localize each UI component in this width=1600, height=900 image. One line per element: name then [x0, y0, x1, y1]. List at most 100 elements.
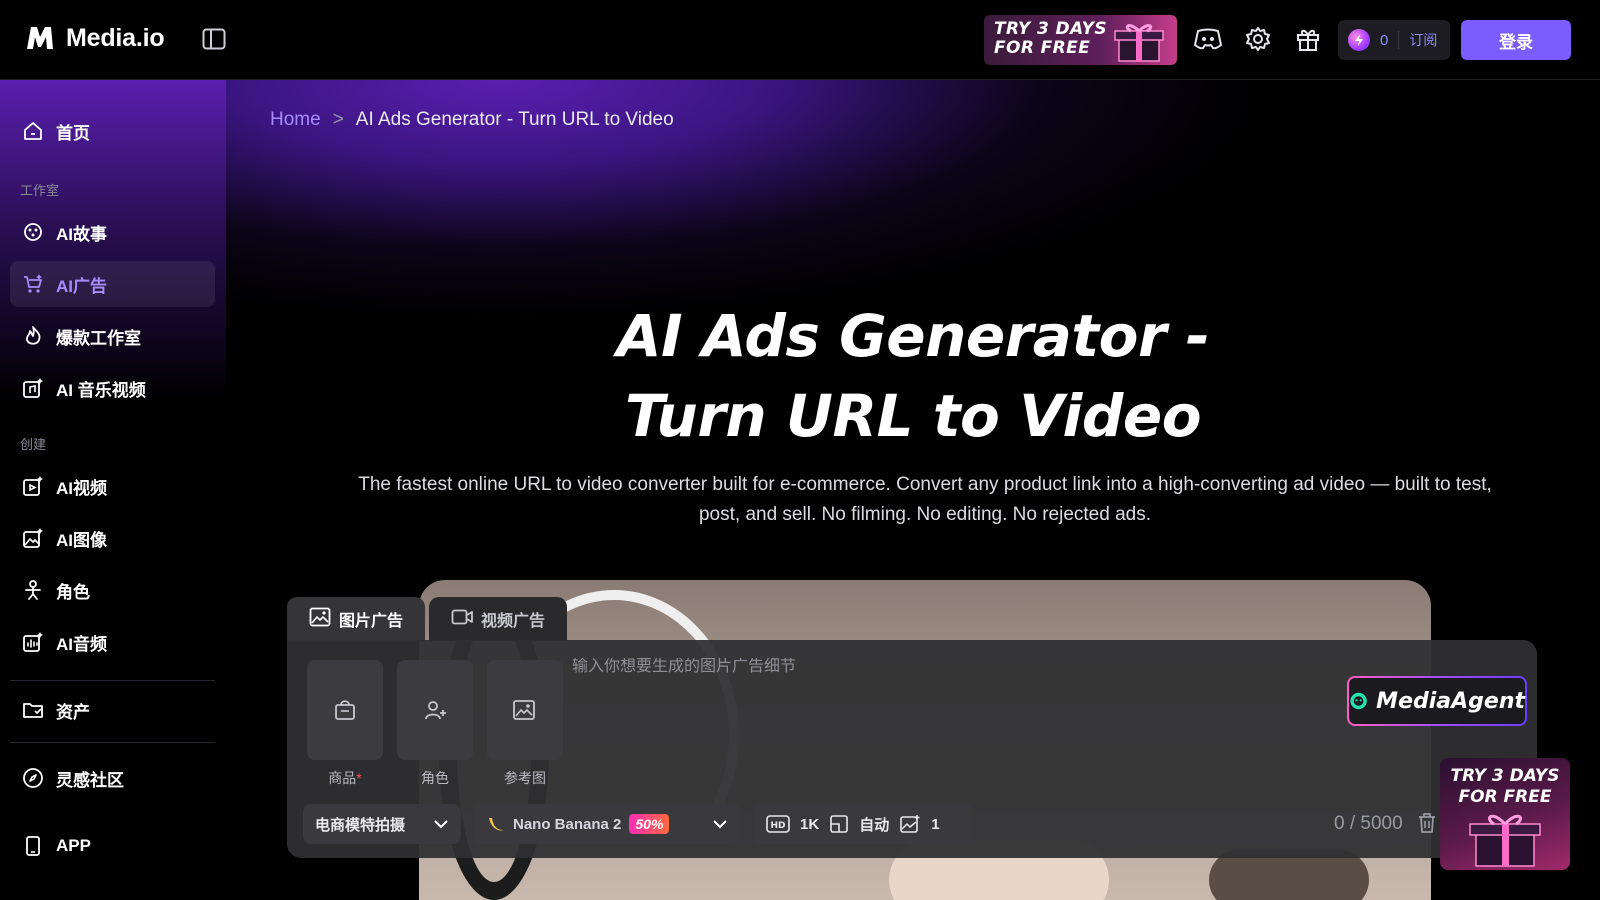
character-upload-slot[interactable]: [397, 660, 473, 760]
sidebar-item-label: 灵感社区: [56, 770, 124, 790]
sidebar-item-label: 资产: [56, 702, 90, 722]
sidebar-item-ai-audio[interactable]: AI音频: [10, 619, 215, 665]
character-counter: 0 / 5000: [1334, 813, 1403, 834]
compass-icon: [22, 767, 44, 789]
aspect-value: 自动: [859, 816, 890, 834]
viral-icon: [22, 325, 44, 347]
aspect-ratio-icon: [830, 815, 848, 833]
trash-icon[interactable]: [1417, 812, 1437, 839]
gift-box-icon: [1469, 814, 1541, 867]
image-icon: [22, 527, 44, 549]
image-count-icon: [900, 815, 920, 833]
gift-box-icon: [1114, 24, 1164, 62]
sidebar-item-ai-video[interactable]: AI视频: [10, 463, 215, 509]
sidebar-item-app[interactable]: APP: [10, 823, 215, 869]
video-icon: [22, 475, 44, 497]
breadcrumb-separator: >: [332, 109, 344, 130]
product-slot-label: 商品*: [328, 770, 362, 786]
credits-widget[interactable]: 0 订阅: [1338, 20, 1450, 60]
promo-text: TRY 3 DAYS FOR FREE: [994, 19, 1107, 58]
credit-orb-icon: [1348, 29, 1370, 51]
model-select-value: Nano Banana 2: [513, 815, 622, 833]
sidebar-item-label: 角色: [56, 582, 90, 602]
sidebar-item-ai-ads[interactable]: AI广告: [10, 261, 215, 307]
sidebar-item-character[interactable]: 角色: [10, 567, 215, 613]
discord-icon[interactable]: [1193, 24, 1223, 54]
image-count-value: 1: [931, 815, 940, 833]
model-select-value-group: Nano Banana 2 50%: [485, 814, 670, 834]
tab-image-ad[interactable]: 图片广告: [287, 597, 426, 641]
reference-image-icon: [513, 700, 535, 720]
tab-label: 图片广告: [339, 613, 404, 630]
ad-prompt-input[interactable]: [572, 658, 1292, 676]
phone-icon: [22, 835, 44, 857]
media-agent-icon: [1350, 692, 1367, 710]
top-bar: Media.io TRY 3 DAYS FOR FREE 0 订阅 登录: [0, 0, 1600, 80]
sidebar-item-ai-music-video[interactable]: AI 音乐视频: [10, 365, 215, 411]
sidebar-item-label: AI 音乐视频: [56, 380, 146, 400]
page-title-line-1: AI Ads Generator -: [616, 302, 1210, 370]
sidebar-item-label: AI图像: [56, 530, 107, 550]
sidebar-item-label: AI广告: [56, 276, 107, 296]
tab-video-ad[interactable]: 视频广告: [429, 597, 568, 641]
breadcrumb: Home > AI Ads Generator - Turn URL to Vi…: [270, 109, 674, 131]
free-trial-floating-promo[interactable]: TRY 3 DAYS FOR FREE: [1440, 758, 1570, 870]
discount-badge: 50%: [629, 814, 670, 834]
svg-text:HD: HD: [770, 821, 785, 831]
video-camera-icon: [451, 608, 473, 631]
model-select[interactable]: Nano Banana 2 50%: [473, 804, 740, 844]
story-icon: [22, 221, 44, 243]
media-io-logo-icon: [24, 22, 56, 54]
media-agent-button[interactable]: MediaAgent: [1347, 676, 1527, 726]
sidebar-item-community[interactable]: 灵感社区: [10, 755, 215, 801]
sidebar-item-label: 首页: [56, 123, 90, 143]
sidebar-divider: [10, 742, 215, 743]
credits-divider: [1398, 31, 1400, 49]
page-description: The fastest online URL to video converte…: [358, 474, 1492, 525]
sidebar-item-ai-story[interactable]: AI故事: [10, 209, 215, 255]
user-add-icon: [425, 701, 446, 720]
sidebar: 首页 工作室 AI故事 AI广告 爆款工作室 AI 音乐视频 创建 AI视频 A…: [0, 80, 226, 900]
sidebar-toggle-icon[interactable]: [202, 28, 226, 50]
mode-select[interactable]: 电商模特拍摄: [303, 804, 461, 844]
home-icon: [22, 120, 44, 142]
resolution-value: 1K: [800, 815, 820, 833]
mode-select-value: 电商模特拍摄: [315, 816, 406, 834]
sidebar-section-studio: 工作室: [20, 183, 60, 198]
sidebar-item-label: APP: [56, 836, 91, 855]
tab-label: 视频广告: [481, 613, 546, 630]
promo-text: TRY 3 DAYS FOR FREE: [1450, 766, 1560, 807]
sidebar-item-label: 爆款工作室: [56, 328, 141, 348]
sidebar-item-label: AI音频: [56, 634, 107, 654]
page-title-line-2: Turn URL to Video: [624, 382, 1202, 450]
hd-icon: HD: [766, 815, 790, 833]
app-logo[interactable]: Media.io: [24, 22, 165, 54]
sidebar-item-home[interactable]: 首页: [10, 108, 215, 154]
free-trial-promo-banner[interactable]: TRY 3 DAYS FOR FREE: [984, 15, 1177, 65]
music-video-icon: [22, 377, 44, 399]
media-agent-label: MediaAgent: [1376, 688, 1525, 714]
sidebar-section-create: 创建: [20, 437, 47, 452]
character-icon: [22, 579, 44, 601]
chevron-down-icon: [713, 820, 727, 829]
sidebar-item-label: AI故事: [56, 224, 107, 244]
product-upload-slot[interactable]: [307, 660, 383, 760]
image-ad-icon: [309, 607, 331, 632]
shopping-bag-icon: [335, 700, 355, 720]
login-button[interactable]: 登录: [1461, 20, 1571, 60]
gear-icon[interactable]: [1243, 24, 1273, 54]
chevron-down-icon: [434, 820, 448, 829]
output-settings[interactable]: HD 1K 自动 1: [754, 804, 972, 844]
reference-upload-slot[interactable]: [487, 660, 563, 760]
sidebar-item-ai-image[interactable]: AI图像: [10, 515, 215, 561]
sidebar-item-assets[interactable]: 资产: [10, 687, 215, 733]
required-marker: *: [356, 770, 362, 786]
folder-icon: [22, 699, 44, 721]
breadcrumb-home-link[interactable]: Home: [270, 109, 321, 131]
subscribe-link[interactable]: 订阅: [1409, 30, 1437, 50]
gift-icon[interactable]: [1293, 24, 1323, 54]
sidebar-item-viral-studio[interactable]: 爆款工作室: [10, 313, 215, 359]
breadcrumb-current: AI Ads Generator - Turn URL to Video: [355, 109, 674, 130]
credit-count: 0: [1380, 31, 1389, 49]
ad-type-tabs: 图片广告 视频广告: [287, 597, 568, 641]
